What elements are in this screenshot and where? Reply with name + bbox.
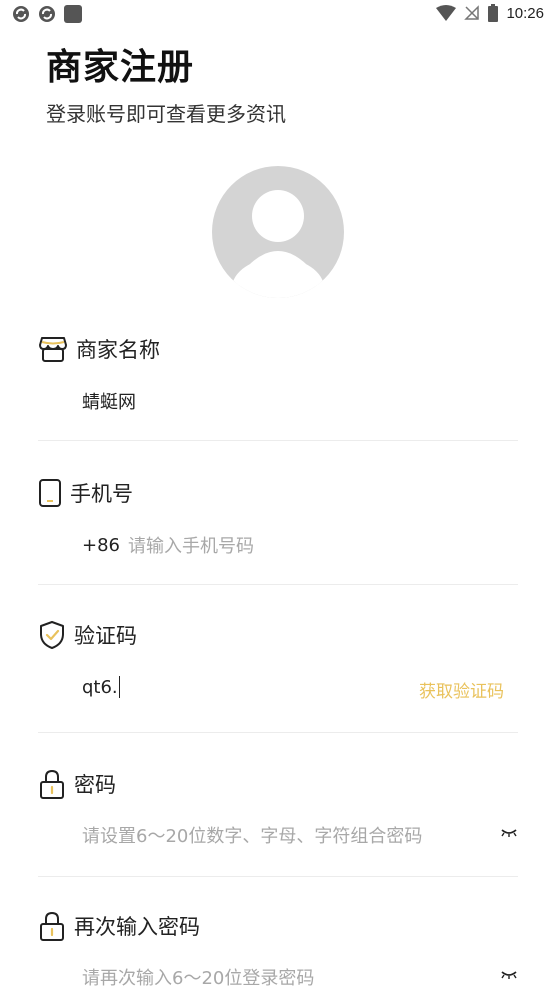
merchant-name-value: 蜻蜓网 [82, 392, 136, 413]
password-confirm-input[interactable]: 请再次输入6～20位登录密码 [82, 964, 314, 990]
password-confirm-section: 再次输入密码 请再次输入6～20位登录密码 [38, 910, 518, 989]
no-signal-icon [464, 5, 480, 20]
eye-closed-icon[interactable] [500, 970, 518, 980]
avatar[interactable] [212, 166, 344, 298]
phone-placeholder: 请输入手机号码 [128, 536, 254, 557]
shield-check-icon [40, 621, 64, 649]
lock-icon [40, 911, 64, 941]
code-label: 验证码 [74, 624, 137, 648]
get-code-button[interactable]: 获取验证码 [419, 677, 504, 702]
eye-closed-icon[interactable] [500, 828, 518, 838]
wifi-icon [436, 5, 457, 21]
password-input[interactable]: 请设置6～20位数字、字母、字符组合密码 [82, 822, 422, 848]
password-confirm-header: 再次输入密码 [38, 910, 518, 942]
password-section: 密码 请设置6～20位数字、字母、字符组合密码 [38, 768, 518, 847]
code-input[interactable]: qt6. [82, 676, 121, 698]
store-icon [39, 337, 67, 362]
merchant-name-label: 商家名称 [76, 338, 160, 362]
battery-icon [488, 4, 499, 22]
app-icon [64, 5, 82, 23]
divider [38, 584, 518, 585]
status-left [12, 5, 82, 23]
divider [38, 440, 518, 441]
country-code: +86 [82, 534, 120, 556]
divider [38, 876, 518, 877]
sync-icon [13, 6, 29, 22]
code-section: 验证码 qt6. 获取验证码 [38, 620, 518, 702]
code-header: 验证码 [38, 620, 518, 650]
divider [38, 732, 518, 733]
text-cursor [118, 676, 121, 698]
status-bar: 10:26 [0, 0, 554, 30]
password-confirm-placeholder: 请再次输入6～20位登录密码 [82, 968, 315, 989]
password-header: 密码 [38, 768, 518, 800]
lock-icon [40, 769, 64, 799]
merchant-name-section: 商家名称 蜻蜓网 [38, 334, 518, 413]
sync-icon [39, 6, 55, 22]
phone-header: 手机号 [38, 478, 518, 508]
merchant-name-input[interactable]: 蜻蜓网 [82, 388, 136, 414]
phone-input[interactable]: +86 请输入手机号码 [82, 532, 254, 558]
page-title: 商家注册 [46, 47, 195, 88]
password-label: 密码 [74, 773, 116, 797]
status-time: 10:26 [506, 4, 544, 22]
password-placeholder: 请设置6～20位数字、字母、字符组合密码 [82, 826, 423, 847]
merchant-name-header: 商家名称 [38, 334, 518, 364]
phone-label: 手机号 [70, 482, 133, 506]
password-confirm-label: 再次输入密码 [74, 915, 200, 939]
code-value: qt6. [82, 676, 118, 698]
page-subtitle: 登录账号即可查看更多资讯 [46, 102, 286, 126]
phone-icon [39, 479, 61, 507]
user-placeholder-icon [232, 190, 324, 298]
status-right: 10:26 [436, 4, 544, 22]
phone-section: 手机号 +86 请输入手机号码 [38, 478, 518, 557]
